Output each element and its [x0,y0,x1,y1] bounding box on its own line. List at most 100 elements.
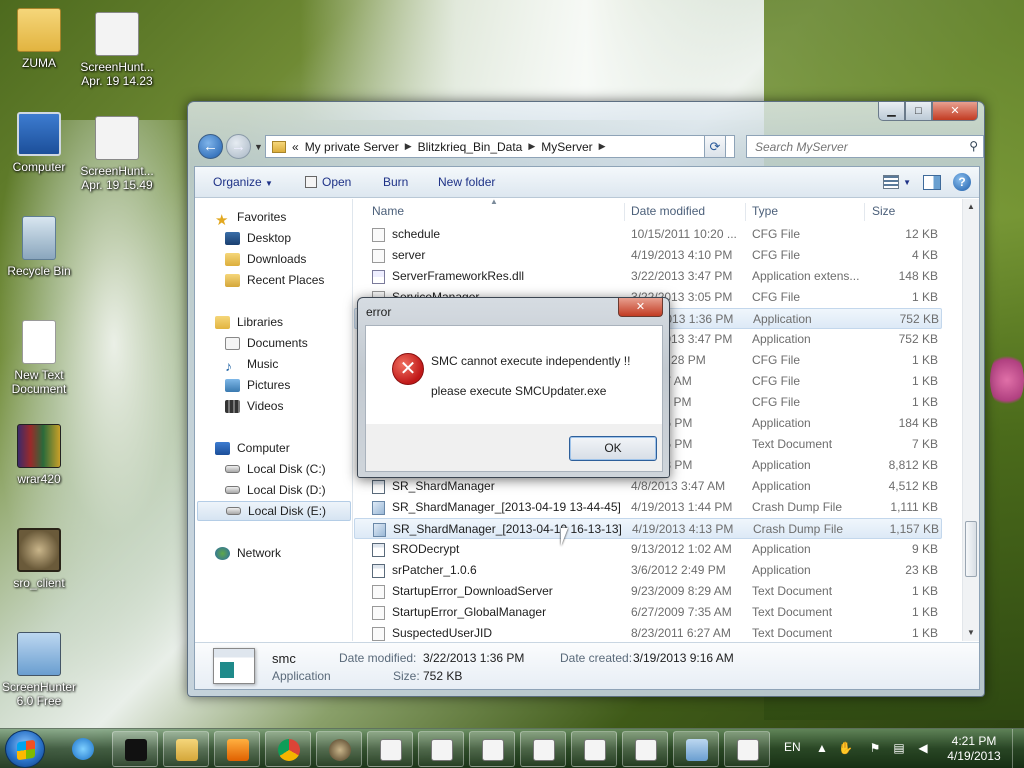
nav-network[interactable]: Network [215,543,281,563]
nav-libraries[interactable]: Libraries [215,312,283,332]
chevron-right-icon[interactable]: ▶ [599,141,606,152]
desktop-icon-computer[interactable]: Computer [0,112,78,174]
back-button[interactable]: ← [198,134,223,159]
file-row[interactable]: SR_ShardManager_[2013-04-19 16-13-13] 4/1… [354,518,942,539]
preview-pane-icon[interactable] [923,174,941,190]
nav-videos[interactable]: Videos [225,396,283,416]
new-folder-button[interactable]: New folder [438,175,495,189]
taskbar-button[interactable] [214,731,260,767]
chevron-down-icon[interactable]: ▼ [903,178,911,187]
start-button[interactable] [5,730,45,768]
action-center-flag-icon[interactable]: ⚑ [868,741,882,755]
breadcrumb-blitzkrieq-bin-data[interactable]: Blitzkrieq_Bin_Data [418,140,523,154]
taskbar-button[interactable] [520,731,566,767]
taskbar-button[interactable] [724,731,770,767]
show-desktop-button[interactable] [1012,729,1024,768]
chevron-right-icon[interactable]: ▶ [528,141,535,152]
nav-music[interactable]: ♪ Music [225,354,278,374]
app-tray-icon[interactable]: ✋ [838,741,853,755]
scrollbar-thumb[interactable] [965,521,977,577]
maximize-button[interactable]: □ [905,102,932,121]
file-row[interactable]: SuspectedUserJID 8/23/2011 6:27 AM Text Do… [354,623,942,641]
nav-pictures[interactable]: Pictures [225,375,290,395]
open-button[interactable]: Open [305,175,351,189]
taskbar-button[interactable] [367,731,413,767]
taskbar-button[interactable] [265,731,311,767]
desktop-icon-label: New Text Document [11,368,67,396]
nav-local-disk-e[interactable]: Local Disk (E:) [197,501,351,521]
column-header-type[interactable]: Type [752,199,778,223]
nav-computer[interactable]: Computer [215,438,290,458]
close-button[interactable]: ✕ [932,102,978,121]
scroll-down-arrow[interactable]: ▼ [963,625,979,641]
search-input[interactable] [755,140,955,154]
explorer-icon [176,739,198,761]
dialog-close-button[interactable]: ✕ [618,298,663,317]
desktop-icon-sro-client[interactable]: sro_client [0,528,78,590]
file-row[interactable]: SRODecrypt 9/13/2012 1:02 AM Application 9 … [354,539,942,560]
taskbar-button[interactable] [571,731,617,767]
nav-recent-places[interactable]: Recent Places [225,270,324,290]
column-header-size[interactable]: Size [872,199,895,223]
refresh-button[interactable]: ⟳ [704,135,726,158]
file-row[interactable]: srPatcher_1.0.6 3/6/2012 2:49 PM Applicati… [354,560,942,581]
language-indicator[interactable]: EN [784,740,801,754]
vertical-scrollbar[interactable]: ▲ ▼ [962,199,979,641]
taskbar-button[interactable] [112,731,158,767]
search-box[interactable]: ⚲ [746,135,984,158]
volume-icon[interactable]: ◀ [916,741,930,755]
column-divider[interactable] [624,203,625,221]
nav-downloads[interactable]: Downloads [225,249,306,269]
taskbar-button[interactable] [418,731,464,767]
file-row[interactable]: ServerFrameworkRes.dll 3/22/2013 3:47 PM A… [354,266,942,287]
forward-button[interactable]: → [226,134,251,159]
taskbar-button[interactable] [622,731,668,767]
column-divider[interactable] [745,203,746,221]
desktop-icon-wrar420[interactable]: wrar420 [0,424,78,486]
nav-documents[interactable]: Documents [225,333,308,353]
file-row[interactable]: schedule 10/15/2011 10:20 ... CFG File 12 K… [354,224,942,245]
file-row[interactable]: SR_ShardManager 4/8/2013 3:47 AM Applicati… [354,476,942,497]
file-row[interactable]: server 4/19/2013 4:10 PM CFG File 4 KB [354,245,942,266]
details-file-name: smc [272,651,296,666]
scroll-up-arrow[interactable]: ▲ [963,199,979,215]
address-bar[interactable]: « My private Server ▶ Blitzkrieq_Bin_Dat… [265,135,735,158]
help-icon[interactable]: ? [953,173,971,191]
show-hidden-icons-icon[interactable]: ▲ [815,741,829,755]
taskbar-button[interactable] [673,731,719,767]
nav-desktop[interactable]: Desktop [225,228,291,248]
recent-pages-dropdown[interactable]: ▼ [254,142,263,152]
file-row[interactable]: SR_ShardManager_[2013-04-19 13-44-45] 4/1… [354,497,942,518]
file-row[interactable]: StartupError_DownloadServer 9/23/2009 8:2… [354,581,942,602]
column-header-date-modified[interactable]: Date modified [631,199,705,223]
nav-local-disk-c[interactable]: Local Disk (C:) [225,459,326,479]
taskbar-button[interactable] [163,731,209,767]
desktop-icon-screenhunter-app[interactable]: ScreenHunter 6.0 Free [0,632,78,708]
organize-button[interactable]: Organize ▼ [213,175,273,189]
nav-favorites[interactable]: ★ Favorites [215,207,286,229]
clock[interactable]: 4:21 PM 4/19/2013 [942,734,1006,764]
nav-local-disk-d[interactable]: Local Disk (D:) [225,480,326,500]
breadcrumb-myserver[interactable]: MyServer [541,140,592,154]
desktop-icon-zuma[interactable]: ZUMA [0,8,78,70]
ok-button[interactable]: OK [569,436,657,461]
taskbar-button[interactable] [60,731,106,767]
breadcrumb-my-private-server[interactable]: My private Server [305,140,399,154]
chevron-right-icon[interactable]: ▶ [405,141,412,152]
desktop-icon-new-text-document[interactable]: New Text Document [0,320,78,396]
burn-button[interactable]: Burn [383,175,408,189]
column-header-name[interactable]: Name [372,199,404,223]
taskbar-button[interactable] [316,731,362,767]
file-row[interactable]: StartupError_GlobalManager 6/27/2009 7:35… [354,602,942,623]
change-view-icon[interactable] [883,175,900,189]
desktop-icon-screenhunter-1549[interactable]: ScreenHunt... Apr. 19 15.49 [78,116,156,192]
desktop-icon-screenhunter-1423[interactable]: ScreenHunt... Apr. 19 14.23 [78,12,156,88]
desktop-icon-recycle-bin[interactable]: Recycle Bin [0,216,78,278]
application-icon [372,480,385,494]
error-icon: ✕ [392,353,424,385]
address-overflow-chevron[interactable]: « [292,140,299,154]
minimize-button[interactable]: ▁ [878,102,905,121]
taskbar-button[interactable] [469,731,515,767]
column-divider[interactable] [864,203,865,221]
network-tray-icon[interactable]: ▤ [892,741,906,755]
